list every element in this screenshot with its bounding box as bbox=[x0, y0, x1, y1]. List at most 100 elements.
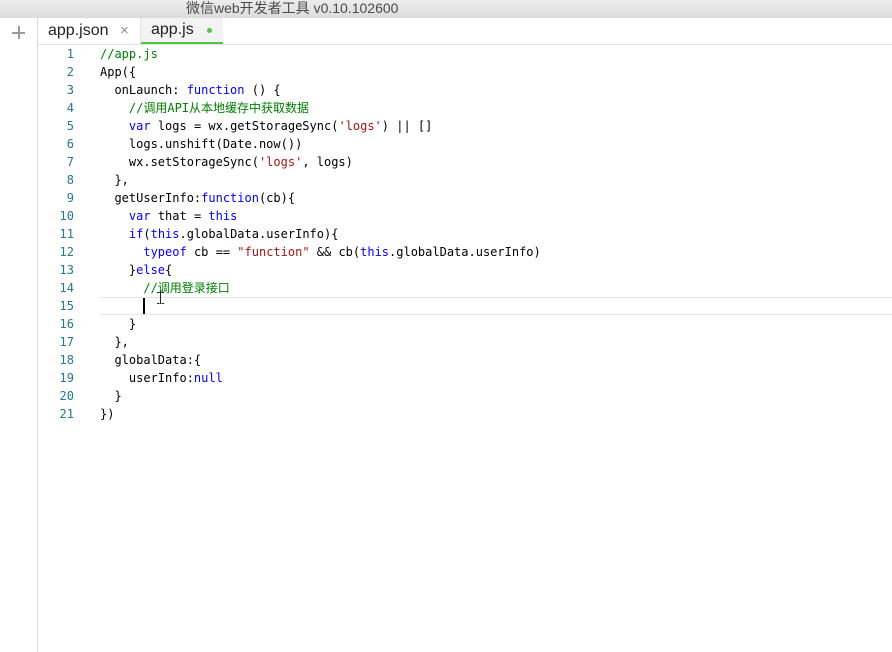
text-caret bbox=[143, 298, 145, 314]
code-line[interactable]: 20 } bbox=[38, 387, 892, 405]
code-token: } bbox=[100, 389, 122, 403]
code-line[interactable]: 16 } bbox=[38, 315, 892, 333]
close-icon[interactable]: × bbox=[120, 18, 129, 44]
code-text: //调用API从本地缓存中获取数据 bbox=[100, 99, 309, 117]
code-text: typeof cb == "function" && cb(this.globa… bbox=[100, 243, 540, 261]
code-text: var that = this bbox=[100, 207, 237, 225]
code-text: if(this.globalData.userInfo){ bbox=[100, 225, 339, 243]
code-text: logs.unshift(Date.now()) bbox=[100, 135, 302, 153]
code-line[interactable]: 10 var that = this bbox=[38, 207, 892, 225]
code-token: that = bbox=[150, 209, 209, 223]
code-token: () { bbox=[244, 83, 281, 97]
tab-app-json[interactable]: app.json × bbox=[38, 18, 141, 44]
code-text: App({ bbox=[100, 63, 136, 81]
code-text: getUserInfo:function(cb){ bbox=[100, 189, 295, 207]
line-number: 20 bbox=[59, 389, 74, 403]
code-line[interactable]: 12 typeof cb == "function" && cb(this.gl… bbox=[38, 243, 892, 261]
code-token: 'logs' bbox=[258, 155, 303, 169]
code-line[interactable]: 2 App({ bbox=[38, 63, 892, 81]
tab-app-js[interactable]: app.js bbox=[141, 18, 223, 44]
line-number: 4 bbox=[66, 101, 74, 115]
plus-icon[interactable] bbox=[10, 24, 28, 42]
code-line[interactable]: 5 var logs = wx.getStorageSync('logs') |… bbox=[38, 117, 892, 135]
line-number: 17 bbox=[59, 335, 74, 349]
code-line[interactable]: 21}) bbox=[38, 405, 892, 423]
line-number: 12 bbox=[59, 245, 74, 259]
line-number: 1 bbox=[66, 47, 74, 61]
code-token: && cb( bbox=[309, 245, 361, 259]
code-line[interactable]: 14 //调用登录接口 bbox=[38, 279, 892, 297]
code-token: wx.setStorageSync( bbox=[100, 155, 259, 169]
code-token: this bbox=[208, 209, 238, 223]
code-token: var bbox=[128, 119, 151, 133]
code-text: //app.js bbox=[100, 45, 158, 63]
code-token: ( bbox=[143, 227, 151, 241]
code-token: function bbox=[201, 191, 259, 205]
code-line[interactable]: 9 getUserInfo:function(cb){ bbox=[38, 189, 892, 207]
sidebar bbox=[0, 18, 38, 652]
line-number: 10 bbox=[59, 209, 74, 223]
code-token: getUserInfo: bbox=[100, 191, 202, 205]
code-line[interactable]: 13 }else{ bbox=[38, 261, 892, 279]
code-text: //调用登录接口 bbox=[100, 279, 230, 297]
code-token: if bbox=[128, 227, 144, 241]
code-text: var logs = wx.getStorageSync('logs') || … bbox=[100, 117, 432, 135]
code-text: userInfo:null bbox=[100, 369, 223, 387]
code-token: .globalData.userInfo){ bbox=[179, 227, 339, 241]
line-number: 5 bbox=[66, 119, 74, 133]
line-number: 19 bbox=[59, 371, 74, 385]
code-token: cb == bbox=[186, 245, 238, 259]
line-number: 6 bbox=[66, 137, 74, 151]
code-text: onLaunch: function () { bbox=[100, 81, 281, 99]
code-line[interactable]: 18 globalData:{ bbox=[38, 351, 892, 369]
code-line[interactable]: 8 }, bbox=[38, 171, 892, 189]
code-token: userInfo: bbox=[100, 371, 194, 385]
code-token: (cb){ bbox=[258, 191, 296, 205]
code-text: }, bbox=[100, 333, 129, 351]
devtools-window: 微信web开发者工具 v0.10.102600 app.json × app.j… bbox=[0, 0, 892, 652]
code-token: this bbox=[360, 245, 390, 259]
line-number: 14 bbox=[59, 281, 74, 295]
code-line[interactable]: 1 //app.js bbox=[38, 45, 892, 63]
code-line[interactable]: 19 userInfo:null bbox=[38, 369, 892, 387]
modified-dot-icon bbox=[207, 28, 212, 33]
code-line[interactable]: 3 onLaunch: function () { bbox=[38, 81, 892, 99]
line-number: 16 bbox=[59, 317, 74, 331]
code-token: else bbox=[136, 263, 166, 277]
code-token: 'logs' bbox=[338, 119, 382, 133]
code-token: } bbox=[100, 263, 137, 277]
code-line[interactable]: 6 logs.unshift(Date.now()) bbox=[38, 135, 892, 153]
code-line[interactable]: 17 }, bbox=[38, 333, 892, 351]
code-text: }else{ bbox=[100, 261, 172, 279]
code-editor[interactable]: 1 //app.js 2 App({3 onLaunch: function () {… bbox=[38, 45, 892, 652]
code-text: }, bbox=[100, 171, 128, 189]
code-token: , logs) bbox=[302, 155, 353, 169]
code-token: globalData:{ bbox=[100, 353, 202, 367]
code-text: } bbox=[100, 387, 122, 405]
line-number: 11 bbox=[59, 227, 74, 241]
line-number: 18 bbox=[59, 353, 74, 367]
code-line[interactable]: 4 //调用API从本地缓存中获取数据 bbox=[38, 99, 892, 117]
code-token: //调用API从本地缓存中获取数据 bbox=[100, 101, 310, 115]
code-token: "function" bbox=[237, 245, 310, 259]
code-token: }, bbox=[100, 335, 129, 349]
code-token: var bbox=[128, 209, 151, 223]
code-token: typeof bbox=[143, 245, 187, 259]
tab-bar: app.json × app.js bbox=[0, 18, 892, 45]
code-text: } bbox=[100, 315, 136, 333]
code-token: //调用登录接口 bbox=[100, 281, 230, 295]
line-number: 3 bbox=[66, 83, 74, 97]
code-text: wx.setStorageSync('logs', logs) bbox=[100, 153, 353, 171]
code-line[interactable]: 11 if(this.globalData.userInfo){ bbox=[38, 225, 892, 243]
code-line[interactable]: 7 wx.setStorageSync('logs', logs) bbox=[38, 153, 892, 171]
code-token: null bbox=[193, 371, 223, 385]
code-token: } bbox=[100, 317, 137, 331]
code-token: App({ bbox=[100, 65, 137, 79]
line-number: 15 bbox=[59, 299, 74, 313]
code-token: }) bbox=[100, 407, 115, 421]
code-text: }) bbox=[100, 405, 114, 423]
code-line[interactable]: 15 bbox=[38, 297, 892, 315]
code-token: { bbox=[165, 263, 173, 277]
